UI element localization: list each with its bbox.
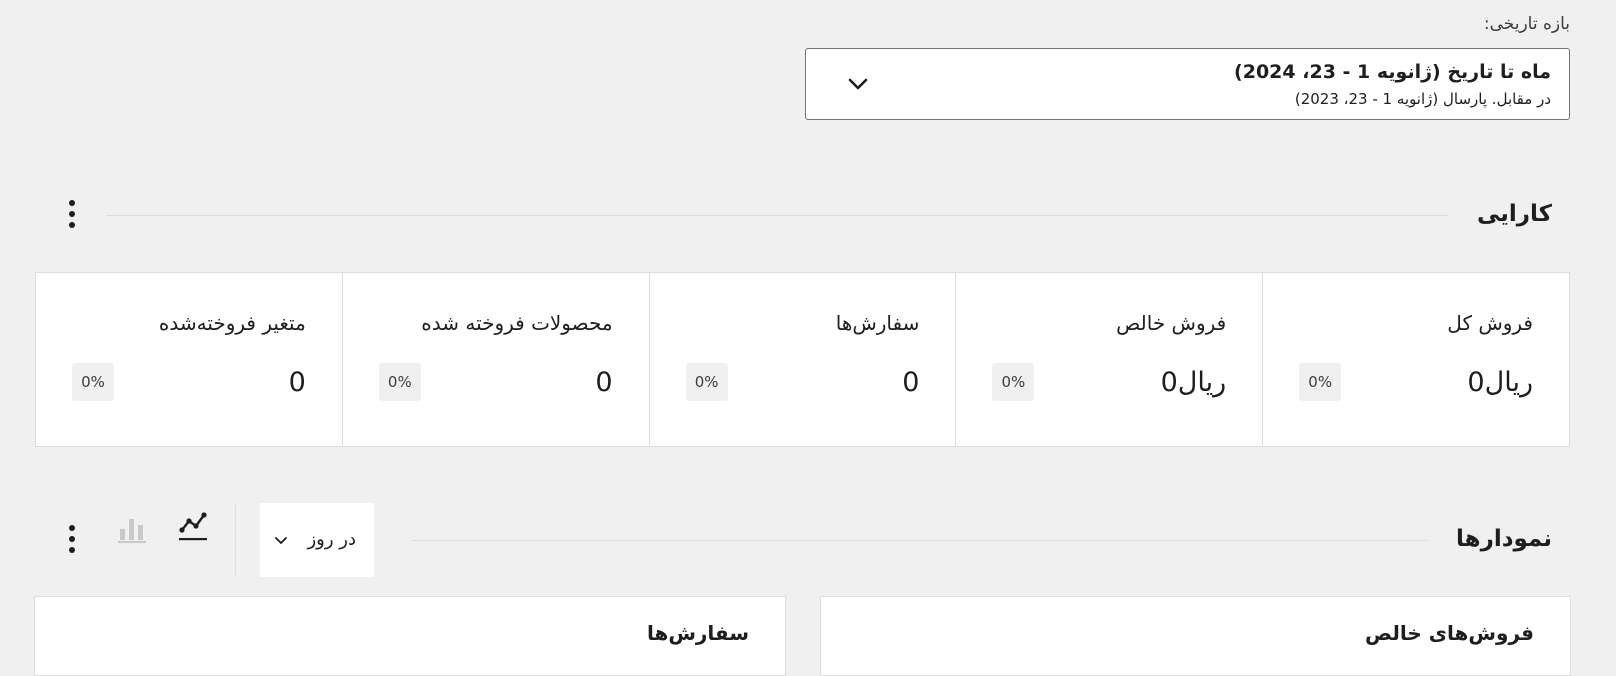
chart-panel-net-sales: فروش‌های خالص — [820, 596, 1571, 676]
card-label: فروش خالص — [1116, 311, 1227, 335]
bar-chart-icon[interactable] — [117, 513, 147, 545]
chevron-down-icon — [848, 78, 868, 90]
date-range-label: بازه تاریخی: — [1483, 14, 1570, 34]
card-delta-badge: 0% — [992, 363, 1035, 401]
performance-cards: فروش کل ریال0 0% فروش خالص ریال0 0% سفار… — [35, 272, 1570, 447]
card-orders[interactable]: سفارش‌ها 0 0% — [648, 273, 956, 446]
card-products-sold[interactable]: محصولات فروخته شده 0 0% — [341, 273, 649, 446]
card-value: 0 — [902, 367, 920, 398]
card-label: محصولات فروخته شده — [421, 311, 613, 335]
card-delta-badge: 0% — [72, 363, 115, 401]
card-variations-sold[interactable]: متغیر فروخته‌شده 0 0% — [36, 273, 342, 446]
card-net-sales[interactable]: فروش خالص ریال0 0% — [955, 273, 1262, 446]
performance-title: کارایی — [1476, 201, 1552, 227]
card-value: ریال0 — [1467, 367, 1533, 398]
chart-panel-title: سفارش‌ها — [646, 621, 749, 645]
interval-dropdown[interactable]: در روز — [260, 503, 374, 577]
chart-panel-title: فروش‌های خالص — [1365, 621, 1534, 645]
card-label: سفارش‌ها — [835, 311, 920, 335]
line-chart-icon[interactable] — [178, 511, 208, 543]
chart-panel-orders: سفارش‌ها — [34, 596, 786, 676]
card-delta-badge: 0% — [378, 363, 421, 401]
performance-menu-button[interactable] — [65, 198, 79, 232]
charts-divider — [412, 540, 1427, 541]
charts-controls-divider — [235, 503, 236, 577]
card-value: 0 — [288, 367, 306, 398]
interval-label: در روز — [307, 529, 356, 550]
card-delta-badge: 0% — [685, 363, 728, 401]
card-delta-badge: 0% — [1299, 363, 1342, 401]
performance-divider — [106, 215, 1448, 216]
chevron-down-icon — [275, 537, 287, 544]
card-value: ریال0 — [1160, 367, 1227, 398]
card-label: متغیر فروخته‌شده — [158, 311, 306, 335]
date-range-primary-text: ماه تا تاریخ (ژانویه 1 - 23، 2024) — [1234, 61, 1551, 83]
card-value: 0 — [595, 367, 613, 398]
date-range-comparison-text: در مقابل. پارسال (ژانویه 1 - 23، 2023) — [1294, 90, 1551, 108]
performance-header: کارایی — [34, 195, 1570, 235]
card-label: فروش کل — [1447, 311, 1533, 335]
card-total-sales[interactable]: فروش کل ریال0 0% — [1262, 273, 1569, 446]
charts-title: نمودارها — [1456, 526, 1552, 552]
charts-menu-button[interactable] — [65, 523, 79, 557]
date-range-dropdown[interactable]: ماه تا تاریخ (ژانویه 1 - 23، 2024) در مق… — [805, 48, 1570, 120]
